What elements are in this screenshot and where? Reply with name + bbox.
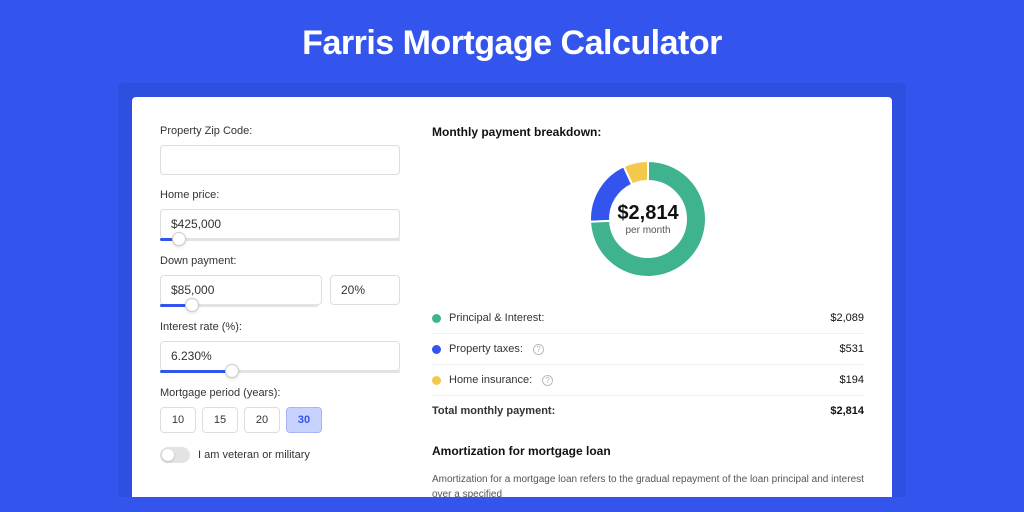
- breakdown-heading: Monthly payment breakdown:: [432, 125, 864, 139]
- total-row: Total monthly payment: $2,814: [432, 396, 864, 426]
- inputs-column: Property Zip Code: Home price: Down paym…: [160, 125, 400, 497]
- interest-slider[interactable]: [160, 370, 400, 373]
- home-price-input[interactable]: [160, 209, 400, 239]
- donut-chart: $2,814 per month: [432, 153, 864, 285]
- legend-dot-icon: [432, 345, 441, 354]
- home-price-slider[interactable]: [160, 238, 400, 241]
- zip-input[interactable]: [160, 145, 400, 175]
- chart-center-amount: $2,814: [617, 202, 679, 224]
- period-option-20[interactable]: 20: [244, 407, 280, 433]
- period-option-30[interactable]: 30: [286, 407, 322, 433]
- legend-dot-icon: [432, 314, 441, 323]
- down-payment-label: Down payment:: [160, 255, 400, 267]
- interest-input[interactable]: [160, 341, 400, 371]
- legend-value: $2,089: [830, 312, 864, 324]
- period-options: 10152030: [160, 407, 400, 433]
- down-payment-pct-input[interactable]: [330, 275, 400, 305]
- panel-frame: Property Zip Code: Home price: Down paym…: [118, 83, 906, 497]
- veteran-toggle[interactable]: [160, 447, 190, 463]
- legend-label: Home insurance:: [449, 374, 532, 386]
- veteran-label: I am veteran or military: [198, 449, 310, 461]
- legend-label: Property taxes:: [449, 343, 523, 355]
- home-price-label: Home price:: [160, 189, 400, 201]
- legend-label: Principal & Interest:: [449, 312, 544, 324]
- chart-center-label: per month: [625, 225, 670, 236]
- legend-value: $531: [840, 343, 864, 355]
- info-icon[interactable]: ?: [542, 375, 553, 386]
- zip-label: Property Zip Code:: [160, 125, 400, 137]
- legend-row: Home insurance:? $194: [432, 365, 864, 396]
- down-payment-input[interactable]: [160, 275, 322, 305]
- total-label: Total monthly payment:: [432, 405, 555, 417]
- interest-label: Interest rate (%):: [160, 321, 400, 333]
- legend-value: $194: [840, 374, 864, 386]
- legend: Principal & Interest: $2,089 Property taxe…: [432, 303, 864, 396]
- legend-dot-icon: [432, 376, 441, 385]
- calculator-panel: Property Zip Code: Home price: Down paym…: [132, 97, 892, 497]
- amortization-text: Amortization for a mortgage loan refers …: [432, 472, 864, 497]
- legend-row: Principal & Interest: $2,089: [432, 303, 864, 334]
- amortization-heading: Amortization for mortgage loan: [432, 444, 864, 458]
- info-icon[interactable]: ?: [533, 344, 544, 355]
- period-label: Mortgage period (years):: [160, 387, 400, 399]
- breakdown-column: Monthly payment breakdown: $2,814 per mo…: [432, 125, 864, 497]
- total-value: $2,814: [830, 405, 864, 417]
- period-option-15[interactable]: 15: [202, 407, 238, 433]
- down-payment-slider[interactable]: [160, 304, 318, 307]
- period-option-10[interactable]: 10: [160, 407, 196, 433]
- page-title: Farris Mortgage Calculator: [0, 0, 1024, 83]
- legend-row: Property taxes:? $531: [432, 334, 864, 365]
